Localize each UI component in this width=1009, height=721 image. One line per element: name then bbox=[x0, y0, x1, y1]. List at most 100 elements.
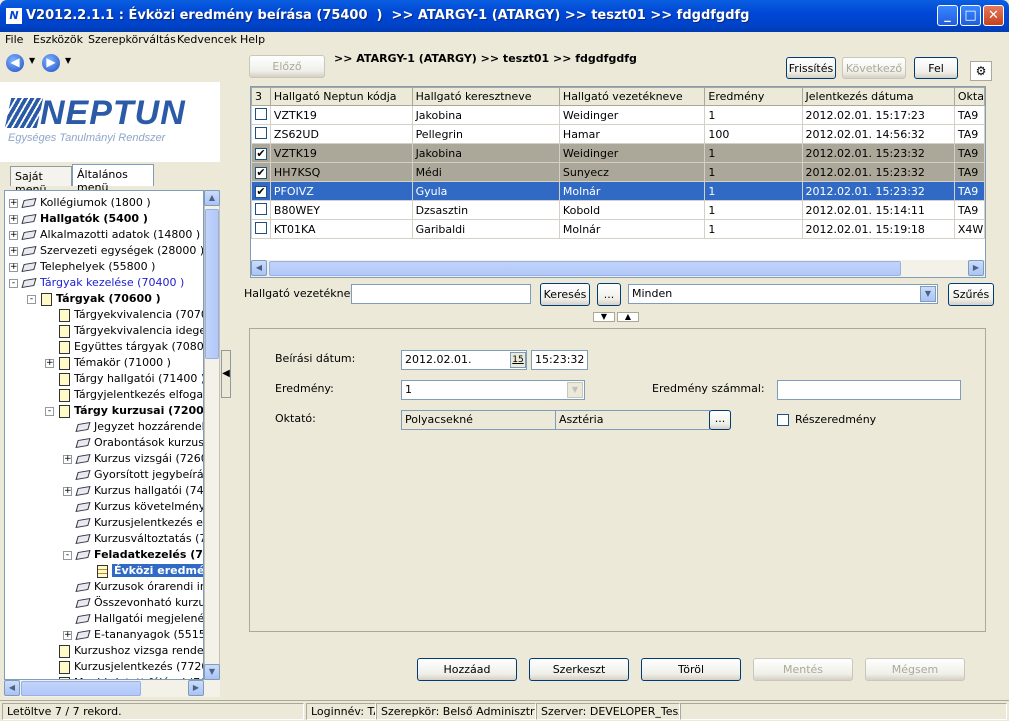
back-icon[interactable]: ◀ bbox=[6, 54, 24, 72]
filter-apply-button[interactable]: Szűrés bbox=[948, 283, 994, 306]
tree-item[interactable]: Gyorsított jegybeírás bbox=[75, 467, 203, 483]
panel-toggle[interactable]: ▼ ▲ bbox=[593, 312, 641, 322]
tree-item[interactable]: Témakör (71000 ) bbox=[59, 355, 171, 371]
row-checkbox[interactable] bbox=[255, 221, 267, 234]
tree-expand-icon[interactable]: + bbox=[63, 455, 72, 464]
grid-scroll-left-icon[interactable]: ◀ bbox=[251, 260, 267, 276]
tree-item[interactable]: Tárgyekvivalencia (70700 bbox=[59, 307, 203, 323]
row-checkbox[interactable]: ✔ bbox=[255, 185, 267, 198]
table-row[interactable]: VZTK19 Jakobina Weidinger 1 2012.02.01. 15:1… bbox=[251, 105, 985, 125]
tree-item[interactable]: Jegyzet hozzárendelé bbox=[75, 419, 203, 435]
row-checkbox[interactable]: ✔ bbox=[255, 147, 267, 160]
cancel-button[interactable]: Mégsem bbox=[865, 658, 965, 681]
tree-expand-icon[interactable]: + bbox=[9, 247, 18, 256]
table-row[interactable]: ✔ PFOIVZ Gyula Molnár 1 2012.02.01. 15:23:32 T… bbox=[251, 181, 985, 201]
tree-item[interactable]: Kurzus követelmény e bbox=[75, 499, 203, 515]
scroll-left-icon[interactable]: ◀ bbox=[4, 680, 20, 696]
column-header[interactable]: Okta bbox=[953, 87, 985, 106]
row-checkbox[interactable] bbox=[255, 202, 267, 215]
tree-item[interactable]: Kollégiumok (1800 ) bbox=[21, 195, 151, 211]
tree-hscroll-thumb[interactable] bbox=[21, 681, 141, 696]
table-row[interactable]: B80WEY Dzsasztin Kobold 1 2012.02.01. 15:14:… bbox=[251, 200, 985, 220]
tree-item[interactable]: Kurzus vizsgái (72600 bbox=[75, 451, 203, 467]
result-select[interactable]: 1 bbox=[401, 380, 585, 400]
partial-result-checkbox[interactable] bbox=[777, 414, 789, 426]
delete-button[interactable]: Töröl bbox=[641, 658, 741, 681]
grid-horizontal-scrollbar[interactable]: ◀ ▶ bbox=[251, 260, 985, 277]
scroll-right-icon[interactable]: ▶ bbox=[188, 680, 204, 696]
column-header[interactable]: Hallgató Neptun kódja bbox=[269, 87, 413, 106]
edit-button[interactable]: Szerkeszt bbox=[529, 658, 629, 681]
tree-collapse-icon[interactable]: - bbox=[63, 551, 72, 560]
tree-collapse-icon[interactable]: - bbox=[9, 279, 18, 288]
teacher-pick-button[interactable]: ... bbox=[709, 410, 731, 430]
tree-item[interactable]: Orabontások kurzush bbox=[75, 435, 203, 451]
menu-help[interactable]: Help bbox=[240, 33, 265, 46]
expand-down-icon[interactable]: ▼ bbox=[593, 312, 615, 322]
tree-expand-icon[interactable]: + bbox=[9, 263, 18, 272]
grid-scroll-right-icon[interactable]: ▶ bbox=[968, 260, 984, 276]
tree-item[interactable]: Tárgyjelentkezés elfogadá bbox=[59, 387, 203, 403]
settings-icon[interactable]: ⚙ bbox=[970, 61, 992, 81]
column-header[interactable]: Jelentkezés dátuma bbox=[801, 87, 955, 106]
tree-item[interactable]: Tárgy hallgatói (71400 ) bbox=[59, 371, 203, 387]
tree-item[interactable]: Alkalmazotti adatok (14800 ) bbox=[21, 227, 200, 243]
tree-item[interactable]: Hallgatók (5400 ) bbox=[21, 211, 148, 227]
calendar-icon[interactable]: 15 bbox=[510, 352, 526, 368]
time-input[interactable]: 15:23:32 bbox=[531, 350, 588, 370]
tree-item[interactable]: Együttes tárgyak (70800 bbox=[59, 339, 203, 355]
surname-filter-input[interactable] bbox=[351, 284, 531, 304]
tree-item[interactable]: Tárgyekvivalencia idegen bbox=[59, 323, 203, 339]
tree-item[interactable]: Kurzusjelentkezés (77200 bbox=[59, 659, 203, 675]
tree-expand-icon[interactable]: + bbox=[63, 631, 72, 640]
date-input[interactable]: 2012.02.01. bbox=[401, 350, 527, 370]
back-dropdown-icon[interactable]: ▼ bbox=[29, 56, 35, 65]
close-button[interactable]: ✕ bbox=[983, 5, 1004, 26]
menu-tools[interactable]: Eszközök bbox=[33, 33, 83, 46]
row-checkbox[interactable]: ✔ bbox=[255, 166, 267, 179]
tree-expand-icon[interactable]: + bbox=[9, 215, 18, 224]
scope-dropdown-icon[interactable]: ▼ bbox=[920, 286, 936, 302]
tree-item[interactable]: Tárgyak kezelése (70400 ) bbox=[21, 275, 184, 291]
tree-item[interactable]: Kurzusjelentkezés elf bbox=[75, 515, 203, 531]
scroll-up-icon[interactable]: ▲ bbox=[204, 190, 220, 206]
table-row[interactable]: ✔ VZTK19 Jakobina Weidinger 1 2012.02.01. 15:… bbox=[251, 143, 985, 163]
result-dropdown-icon[interactable]: ▼ bbox=[567, 382, 583, 398]
column-header[interactable]: 3 bbox=[251, 87, 271, 106]
tree-horizontal-scrollbar[interactable]: ◀ ▶ bbox=[4, 680, 220, 697]
prev-button[interactable]: Előző bbox=[249, 55, 325, 78]
save-button[interactable]: Mentés bbox=[753, 658, 853, 681]
maximize-button[interactable]: □ bbox=[960, 5, 981, 26]
tree-item[interactable]: E-tananyagok (55150 bbox=[75, 627, 203, 643]
column-header[interactable]: Hallgató vezetékneve bbox=[558, 87, 706, 106]
add-button[interactable]: Hozzáad bbox=[417, 658, 517, 681]
tree-item[interactable]: Összevonható kurzus bbox=[75, 595, 203, 611]
column-header[interactable]: Hallgató keresztneve bbox=[411, 87, 560, 106]
tab-own-menu[interactable]: Saját menü bbox=[10, 166, 72, 196]
collapse-left-icon[interactable]: ◀ bbox=[221, 350, 231, 398]
tree-expand-icon[interactable]: + bbox=[63, 487, 72, 496]
menu-favorites[interactable]: Kedvencek bbox=[177, 33, 237, 46]
forward-icon[interactable]: ▶ bbox=[42, 54, 60, 72]
column-header[interactable]: Eredmény bbox=[704, 87, 803, 106]
tab-general-menu[interactable]: Általános menü bbox=[72, 164, 154, 194]
tree-item[interactable]: Kurzus hallgatói (7440 bbox=[75, 483, 203, 499]
tree-expand-icon[interactable]: + bbox=[9, 199, 18, 208]
search-button[interactable]: Keresés bbox=[540, 283, 590, 306]
tree-item[interactable]: Kurzusváltoztatás (75 bbox=[75, 531, 203, 547]
up-button[interactable]: Fel bbox=[914, 57, 958, 79]
forward-dropdown-icon[interactable]: ▼ bbox=[65, 56, 71, 65]
tree-item[interactable]: Tárgy kurzusai (7200 bbox=[59, 403, 203, 419]
filter-ellipsis-button[interactable]: ... bbox=[597, 283, 621, 306]
tree-item[interactable]: Hallgatói megjelenése bbox=[75, 611, 203, 627]
scroll-down-icon[interactable]: ▼ bbox=[204, 664, 220, 680]
tree-item[interactable]: Telephelyek (55800 ) bbox=[21, 259, 155, 275]
grid-scroll-thumb[interactable] bbox=[269, 261, 901, 276]
next-button[interactable]: Következő bbox=[842, 57, 906, 79]
row-checkbox[interactable] bbox=[255, 126, 267, 139]
collapse-up-icon[interactable]: ▲ bbox=[617, 312, 639, 322]
tree-item[interactable]: Feladatkezelés (7 bbox=[75, 547, 203, 563]
tree-scroll-thumb[interactable] bbox=[205, 209, 219, 359]
result-number-input[interactable] bbox=[777, 380, 961, 400]
tree-item[interactable]: Kurzushoz vizsga rendelé bbox=[59, 643, 203, 659]
